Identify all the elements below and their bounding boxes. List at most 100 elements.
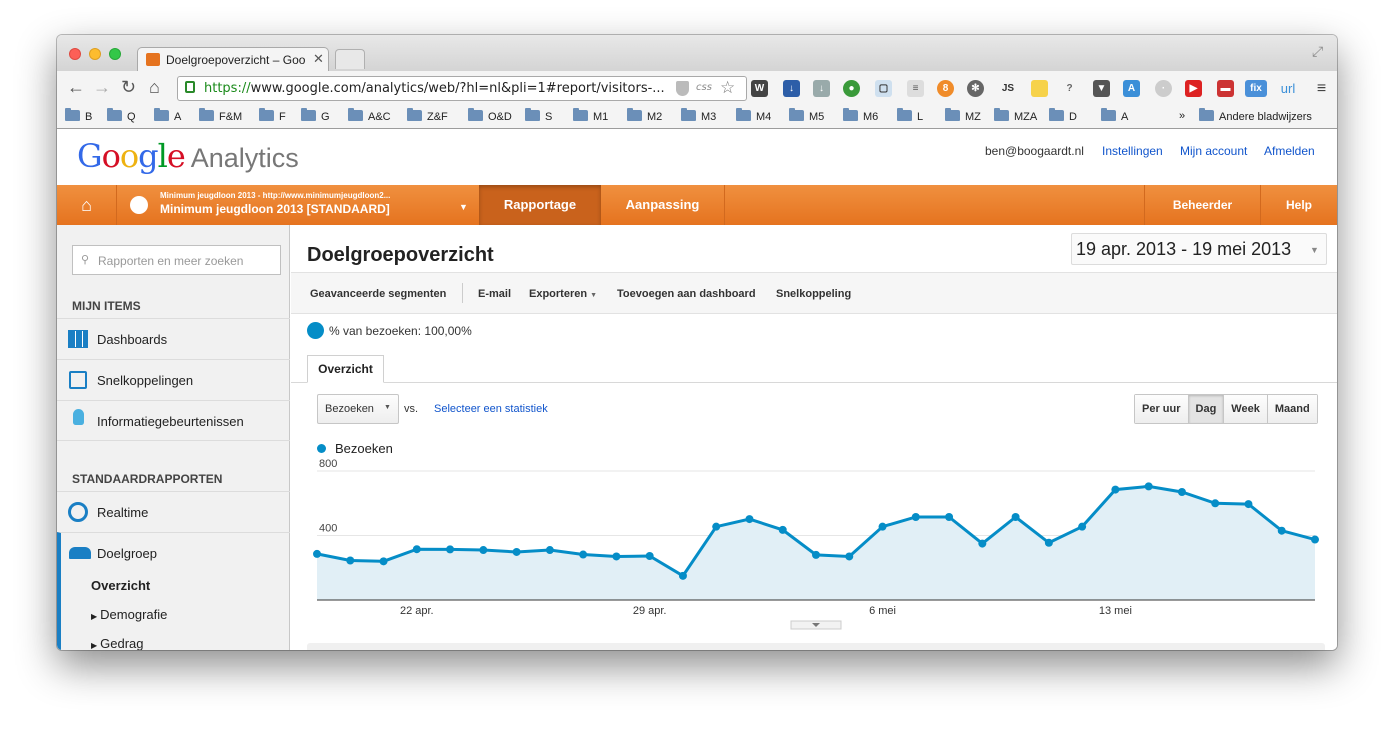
bookmark-folder[interactable]: M6: [843, 108, 878, 123]
extension-web-icon[interactable]: W: [751, 80, 768, 97]
download-icon[interactable]: ↓: [783, 80, 800, 97]
period-month-button[interactable]: Maand: [1266, 395, 1317, 423]
fix-ext-label[interactable]: fix: [1245, 80, 1267, 97]
sidebar-item-shortcuts[interactable]: Snelkoppelingen: [57, 359, 290, 400]
css-ext-label[interactable]: css: [696, 82, 712, 93]
bookmark-folder[interactable]: F: [259, 108, 286, 123]
sidebar-item-dashboards[interactable]: Dashboards: [57, 318, 290, 359]
account-selector[interactable]: Minimum jeugdloon 2013 - http://www.mini…: [118, 185, 479, 225]
bookmark-folder[interactable]: M4: [736, 108, 771, 123]
bookmark-folder[interactable]: M5: [789, 108, 824, 123]
bookmark-folder[interactable]: D: [1049, 108, 1077, 123]
bookmark-folder[interactable]: M2: [627, 108, 662, 123]
date-range-picker[interactable]: 19 apr. 2013 - 19 mei 2013 ▼: [1071, 233, 1327, 265]
stop-icon[interactable]: ·: [1155, 80, 1172, 97]
browser-tab[interactable]: Doelgroepoverzicht – Goo ✕: [137, 47, 329, 71]
js-ext-label[interactable]: JS: [997, 80, 1019, 97]
bookmark-folder[interactable]: MZA: [994, 108, 1038, 123]
bookmark-folder[interactable]: L: [897, 108, 923, 123]
data-point: [712, 522, 721, 531]
sidebar-subitem-overview[interactable]: Overzicht: [91, 578, 150, 593]
bookmark-folder[interactable]: A: [1101, 108, 1128, 123]
screenshot-icon[interactable]: ▢: [875, 80, 892, 97]
sidebar-item-intelligence-events[interactable]: Informatiegebeurtenissen: [57, 400, 290, 441]
sidebar-subitem-demographics[interactable]: ▶ Demografie: [91, 607, 167, 622]
bookmark-folder[interactable]: F&M: [199, 108, 242, 123]
bookmark-folder[interactable]: M1: [573, 108, 608, 123]
reload-icon[interactable]: ↻: [121, 77, 136, 98]
note-icon[interactable]: [1031, 80, 1048, 97]
ruler-icon[interactable]: ?: [1061, 80, 1078, 97]
download-alt-icon[interactable]: ↓: [813, 80, 830, 97]
my-account-link[interactable]: Mijn account: [1180, 144, 1247, 158]
bookmark-folder[interactable]: B: [65, 108, 92, 123]
address-bar[interactable]: https://www.google.com/analytics/web/?hl…: [177, 76, 747, 101]
extension-orange-icon[interactable]: 8: [937, 80, 954, 97]
bookmark-folder[interactable]: G: [301, 108, 330, 123]
url-ext-label[interactable]: url: [1277, 80, 1299, 97]
period-hourly-button[interactable]: Per uur: [1135, 395, 1188, 423]
other-bookmarks[interactable]: Andere bladwijzers: [1199, 108, 1312, 123]
bookmark-folder[interactable]: A: [154, 108, 181, 123]
tab-reporting[interactable]: Rapportage: [479, 185, 601, 225]
home-icon[interactable]: ⌂: [149, 77, 160, 98]
youtube-icon[interactable]: ▶: [1185, 80, 1202, 97]
extension-green-icon[interactable]: ●: [843, 80, 860, 97]
advanced-segments-button[interactable]: Geavanceerde segmenten: [310, 288, 446, 300]
bookmark-folder[interactable]: S: [525, 108, 552, 123]
extension-red-icon[interactable]: ▬: [1217, 80, 1234, 97]
export-button[interactable]: Exporteren ▼: [529, 288, 597, 300]
fullscreen-icon[interactable]: ⤢: [1312, 43, 1323, 60]
add-to-dashboard-button[interactable]: Toevoegen aan dashboard: [617, 288, 756, 300]
folder-icon: [199, 108, 214, 121]
bookmark-label: MZA: [1014, 111, 1038, 123]
segment-indicator[interactable]: % van bezoeken: 100,00%: [307, 322, 472, 339]
notes-icon[interactable]: ≡: [907, 80, 924, 97]
sidebar-subitem-behavior[interactable]: ▶ Gedrag: [91, 636, 144, 650]
metric-dropdown[interactable]: Bezoeken ▼: [317, 394, 399, 424]
tab-customization[interactable]: Aanpassing: [601, 185, 725, 225]
bookmark-folder[interactable]: Q: [107, 108, 136, 123]
shortcut-button[interactable]: Snelkoppeling: [776, 288, 851, 300]
search-input[interactable]: ⚲ Rapporten en meer zoeken: [72, 245, 281, 275]
data-point: [1044, 538, 1053, 547]
zoom-window-button[interactable]: [109, 48, 121, 60]
bookmarks-overflow-icon[interactable]: »: [1179, 110, 1185, 122]
home-icon[interactable]: ⌂: [57, 185, 117, 225]
bookmark-folder[interactable]: Z&F: [407, 108, 448, 123]
new-tab-button[interactable]: [335, 49, 365, 69]
period-week-button[interactable]: Week: [1223, 395, 1267, 423]
pocket-icon[interactable]: ▼: [1093, 80, 1110, 97]
select-metric-link[interactable]: Selecteer een statistiek: [434, 403, 548, 415]
help-link[interactable]: Help: [1260, 185, 1337, 225]
close-window-button[interactable]: [69, 48, 81, 60]
tab-overview[interactable]: Overzicht: [307, 355, 384, 383]
bookmark-folder[interactable]: M3: [681, 108, 716, 123]
data-point: [1177, 488, 1186, 497]
menu-icon[interactable]: ≡: [1313, 80, 1330, 97]
data-point: [379, 557, 388, 566]
folder-icon: [843, 108, 858, 121]
forward-arrow-icon[interactable]: →: [93, 77, 111, 98]
sidebar-item-realtime[interactable]: Realtime: [57, 491, 290, 532]
period-day-button[interactable]: Dag: [1187, 395, 1224, 423]
settings-link[interactable]: Instellingen: [1102, 144, 1163, 158]
admin-link[interactable]: Beheerder: [1144, 185, 1260, 225]
folder-icon: [736, 108, 751, 121]
google-analytics-logo[interactable]: Google Analytics: [77, 137, 299, 175]
bookmark-folder[interactable]: A&C: [348, 108, 391, 123]
caret-right-icon: ▶: [91, 641, 98, 650]
translate-icon[interactable]: A: [1123, 80, 1140, 97]
email-button[interactable]: E-mail: [478, 288, 511, 300]
vs-label: vs.: [404, 403, 419, 415]
minimize-window-button[interactable]: [89, 48, 101, 60]
data-point: [1111, 485, 1120, 494]
sign-out-link[interactable]: Afmelden: [1264, 144, 1315, 158]
back-arrow-icon[interactable]: ←: [67, 77, 85, 98]
settings-globe-icon[interactable]: ✻: [967, 80, 984, 97]
bookmark-star-icon[interactable]: ☆: [720, 78, 735, 98]
bookmark-label: D: [1069, 111, 1077, 123]
close-tab-icon[interactable]: ✕: [313, 51, 324, 67]
bookmark-folder[interactable]: MZ: [945, 108, 981, 123]
bookmark-folder[interactable]: O&D: [468, 108, 512, 123]
